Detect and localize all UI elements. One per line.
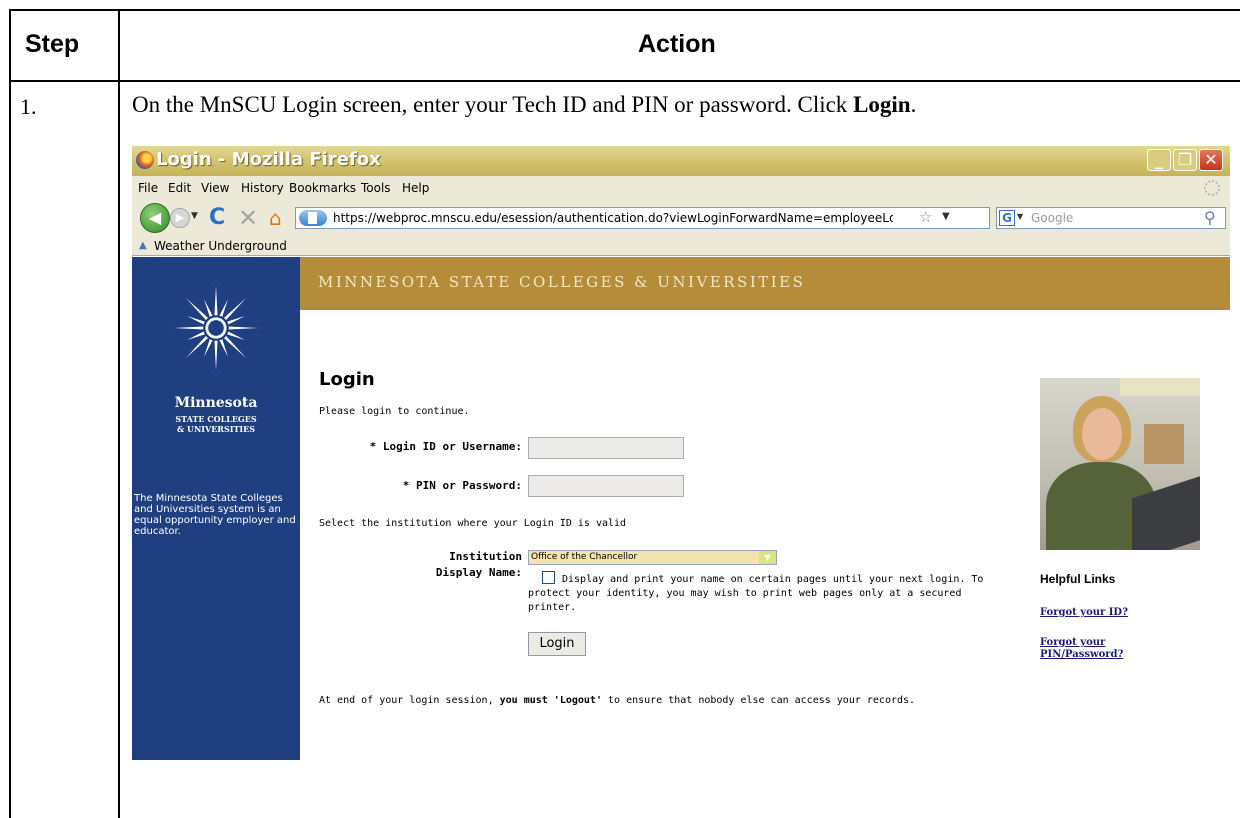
search-bar[interactable]: G ▼ Google ⚲ <box>996 207 1226 229</box>
logout-notice-bold: you must 'Logout' <box>499 695 602 706</box>
login-id-input[interactable] <box>528 437 684 459</box>
page-banner: MINNESOTA STATE COLLEGES & UNIVERSITIES <box>300 257 1230 310</box>
bookmark-star-icon[interactable]: ☆ <box>919 208 932 226</box>
org-subtitle-2: & UNIVERSITIES <box>176 424 256 434</box>
forgot-pin-link-line1[interactable]: Forgot your <box>1040 637 1105 649</box>
reload-button[interactable]: C <box>209 205 225 230</box>
sidebar-panel: Minnesota STATE COLLEGES & UNIVERSITIES … <box>132 257 300 760</box>
helpful-links-heading: Helpful Links <box>1040 572 1116 586</box>
throbber-icon <box>1204 180 1220 196</box>
bookmark-weather-underground[interactable]: Weather Underground <box>154 239 287 253</box>
forgot-id-link[interactable]: Forgot your ID? <box>1040 607 1128 619</box>
org-subtitle-1: STATE COLLEGES <box>175 414 257 424</box>
menu-history[interactable]: History <box>241 181 284 195</box>
login-button[interactable]: Login <box>528 632 586 656</box>
instruction-bold: Login <box>853 92 911 117</box>
login-subtitle: Please login to continue. <box>319 406 470 417</box>
institution-select[interactable]: Office of the Chancellor ▼ <box>528 550 777 565</box>
display-name-text-2: protect your identity, you may wish to p… <box>528 588 962 599</box>
display-name-text-3: printer. <box>528 602 577 613</box>
menu-bookmarks[interactable]: Bookmarks <box>289 181 356 195</box>
display-name-text-1: Display and print your name on certain p… <box>562 574 984 585</box>
header-action: Action <box>638 30 716 58</box>
restore-button[interactable]: ❐ <box>1173 149 1197 171</box>
google-engine-icon[interactable]: G <box>999 210 1015 226</box>
search-placeholder: Google <box>1031 211 1074 225</box>
navigation-toolbar: ◀ ▶ ▼ C ✕ ⌂ https://webproc.mnscu.edu/es… <box>132 200 1230 236</box>
search-engine-dropdown-icon[interactable]: ▼ <box>1017 212 1023 221</box>
org-name: Minnesota <box>174 395 258 411</box>
institution-value: Office of the Chancellor <box>531 552 638 562</box>
step-number: 1. <box>20 94 37 119</box>
pin-label: * PIN or Password: <box>402 479 522 492</box>
step-instruction: On the MnSCU Login screen, enter your Te… <box>132 92 916 118</box>
weather-bookmark-icon: ▲ <box>139 240 147 251</box>
logout-notice-pre: At end of your login session, <box>319 695 500 706</box>
logout-notice: At end of your login session, you must '… <box>319 695 915 706</box>
window-title: Login - Mozilla Firefox <box>156 149 381 170</box>
institution-prompt: Select the institution where your Login … <box>319 518 627 529</box>
institution-label: Institution <box>449 550 522 563</box>
login-id-label: * Login ID or Username: <box>369 440 522 453</box>
forgot-pin-link-line2[interactable]: PIN/Password? <box>1040 649 1123 661</box>
logout-notice-post: to ensure that nobody else can access yo… <box>601 695 916 706</box>
menu-file[interactable]: File <box>138 181 158 195</box>
header-step: Step <box>25 30 80 58</box>
display-name-checkbox[interactable] <box>542 571 555 584</box>
login-heading: Login <box>319 369 375 390</box>
equal-opportunity-statement: The Minnesota State Colleges and Univers… <box>134 493 296 537</box>
mnscu-star-logo-icon <box>173 285 259 371</box>
search-icon[interactable]: ⚲ <box>1204 208 1216 227</box>
home-button[interactable]: ⌂ <box>269 206 282 230</box>
close-window-button[interactable]: ✕ <box>1199 149 1223 171</box>
instruction-end: . <box>910 92 917 117</box>
banner-title: MINNESOTA STATE COLLEGES & UNIVERSITIES <box>318 273 806 291</box>
menu-view[interactable]: View <box>201 181 229 195</box>
student-photo <box>1040 378 1200 550</box>
menu-tools[interactable]: Tools <box>361 181 391 195</box>
forward-button[interactable]: ▶ <box>170 208 190 228</box>
url-dropdown-icon[interactable]: ▼ <box>942 211 950 222</box>
url-text: https://webproc.mnscu.edu/esession/authe… <box>333 211 893 225</box>
bookmarks-toolbar: ▲ Weather Underground <box>132 236 1230 256</box>
menu-help[interactable]: Help <box>402 181 429 195</box>
menu-bar: File Edit View History Bookmarks Tools H… <box>132 176 1230 200</box>
display-name-label: Display Name: <box>435 566 522 579</box>
menu-edit[interactable]: Edit <box>168 181 191 195</box>
site-identity-icon[interactable] <box>299 210 327 226</box>
url-bar[interactable]: https://webproc.mnscu.edu/esession/authe… <box>295 207 990 229</box>
back-button[interactable]: ◀ <box>140 203 170 233</box>
history-dropdown-icon[interactable]: ▼ <box>191 211 198 221</box>
minimize-button[interactable]: _ <box>1147 149 1171 171</box>
stop-button[interactable]: ✕ <box>238 204 258 232</box>
instruction-text: On the MnSCU Login screen, enter your Te… <box>132 92 854 117</box>
pin-input[interactable] <box>528 475 684 497</box>
title-bar[interactable]: Login - Mozilla Firefox _ ❐ ✕ <box>132 146 1230 176</box>
browser-window: Login - Mozilla Firefox _ ❐ ✕ File Edit … <box>132 146 1230 760</box>
chevron-down-icon[interactable]: ▼ <box>759 551 776 564</box>
firefox-logo-icon <box>136 151 154 169</box>
